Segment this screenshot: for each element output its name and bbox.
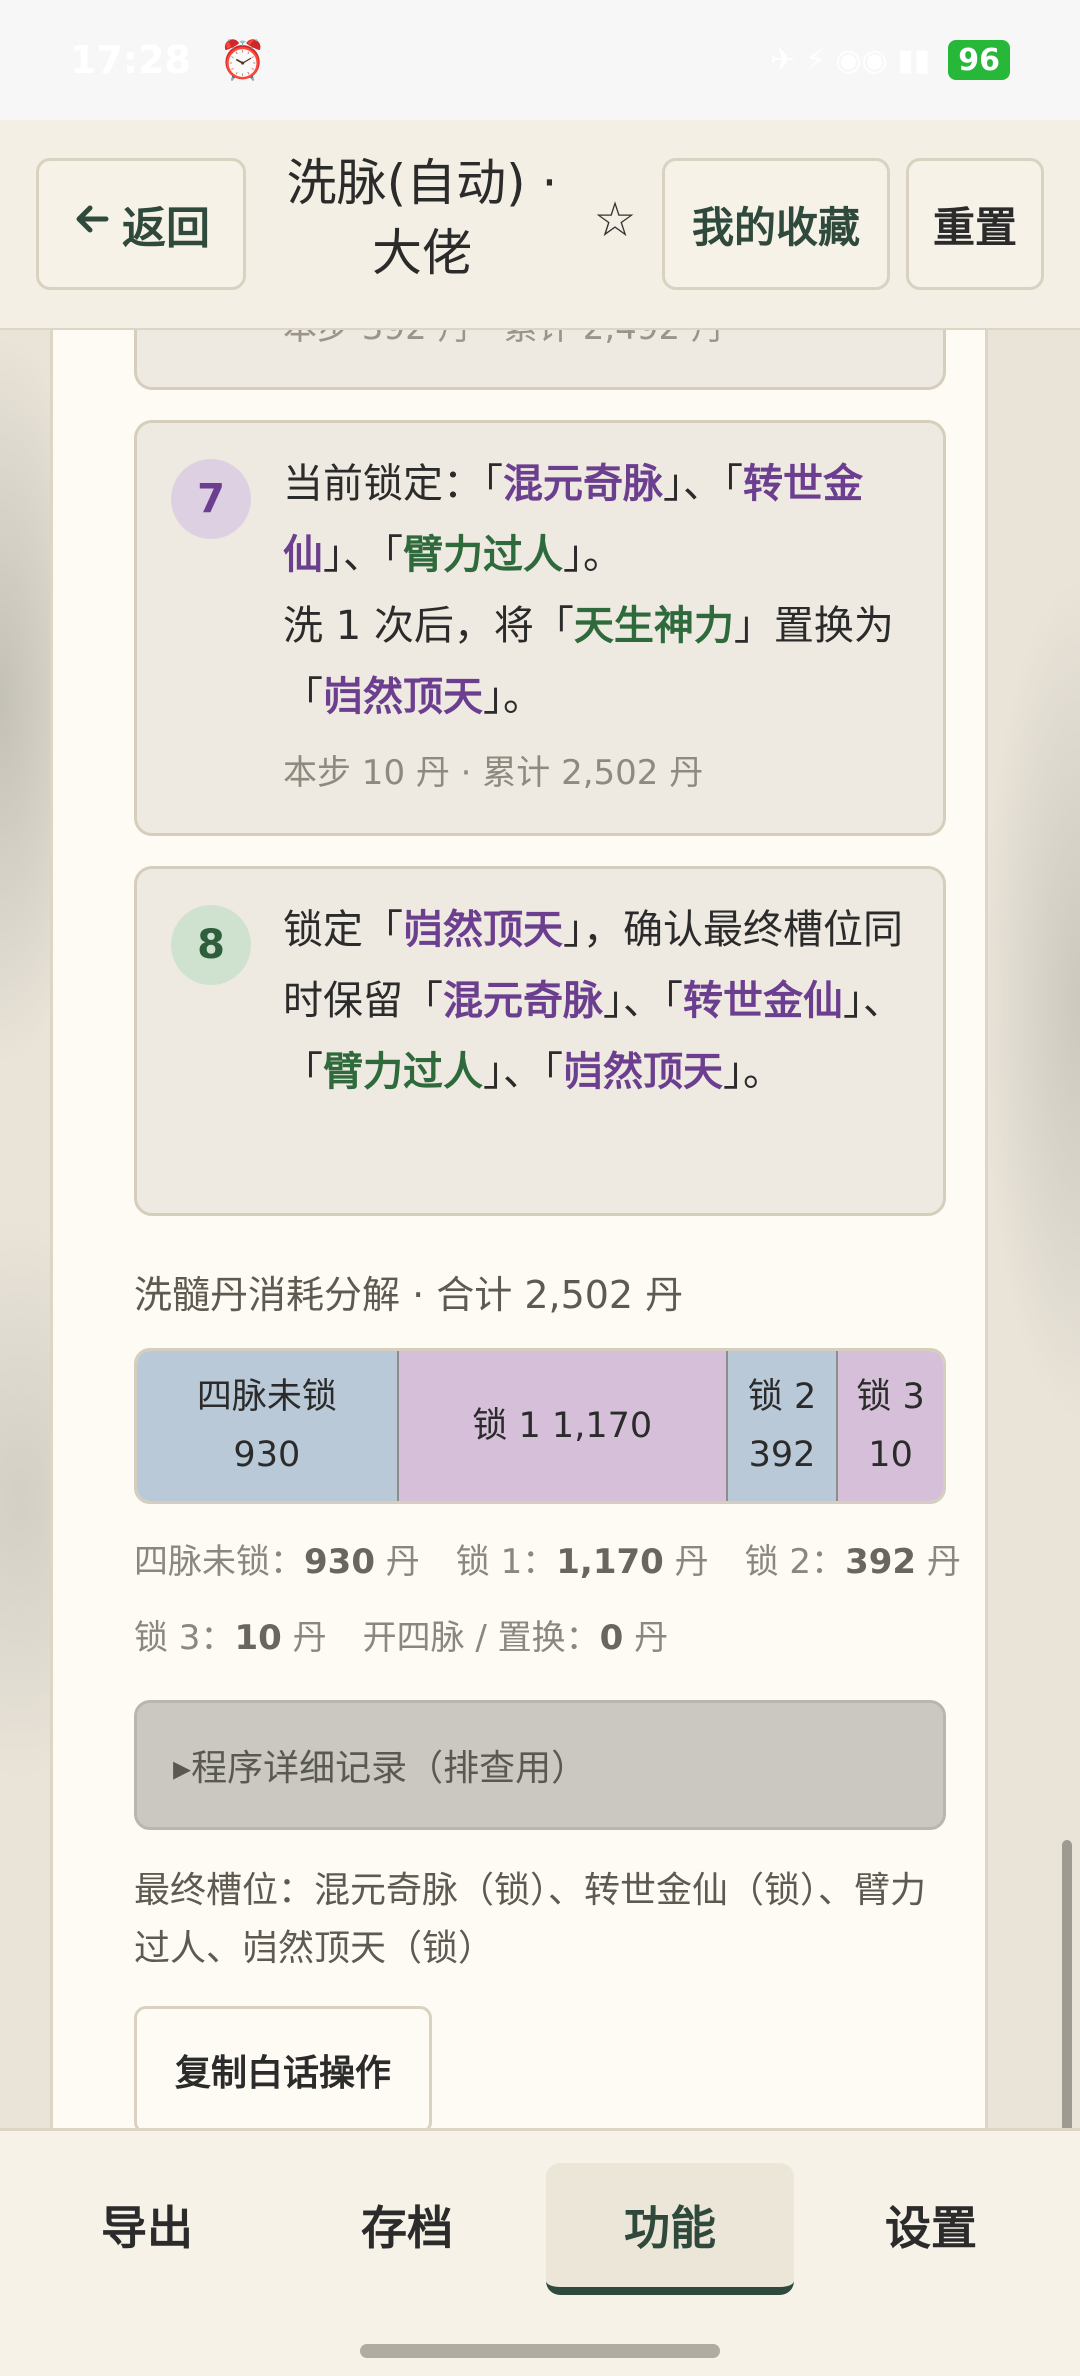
page-title: 洗脉(自动) · 大佬 <box>286 154 558 282</box>
battery-indicator: 96 <box>948 40 1010 80</box>
legend-value: 392 <box>845 1542 917 1582</box>
segment-lock-2: 锁 2 392 <box>727 1351 839 1501</box>
step-card-8: 8 锁定「岿然顶天」，确认最终槽位同时保留「混元奇脉」、「转世金仙」、「臂力过人… <box>134 866 946 1216</box>
back-label: 返回 <box>122 203 210 254</box>
cost-breakdown-bar: 四脉未锁 930 锁 1 1,170 锁 2 392 锁 3 10 <box>134 1348 946 1504</box>
signal-icons: ✈ ⚡ ◉◉ ▮▮ <box>770 42 931 78</box>
segment-lock-3: 锁 3 10 <box>838 1351 943 1501</box>
trait-name: 天生神力 <box>573 603 734 649</box>
legend-label: 开四脉 / 置换： <box>362 1618 600 1658</box>
cost-legend-row-2: 锁 3：10 丹开四脉 / 置换：0 丹 <box>134 1610 668 1659</box>
text-fragment: 」、「 <box>483 1049 563 1095</box>
segment-label: 锁 1 1,170 <box>472 1406 653 1446</box>
legend-value: 0 <box>599 1618 624 1658</box>
segment-label: 四脉未锁 <box>196 1377 337 1417</box>
trait-name: 臂力过人 <box>323 1049 483 1095</box>
status-time-group: 17:28 ⏰ <box>70 38 266 83</box>
legend-label: 锁 1： <box>455 1542 557 1582</box>
step-description: 锁定「岿然顶天」，确认最终槽位同时保留「混元奇脉」、「转世金仙」、「臂力过人」、… <box>283 895 913 1108</box>
legend-unit: 丹 <box>374 1542 420 1582</box>
copy-plain-steps-button[interactable]: 复制白话操作 <box>134 2006 432 2134</box>
legend-value: 1,170 <box>556 1542 664 1582</box>
legend-unit: 丹 <box>281 1618 327 1658</box>
nav-settings[interactable]: 设置 <box>806 2163 1056 2287</box>
back-button[interactable]: 返回 <box>36 158 246 290</box>
text-fragment: 」。 <box>723 1049 783 1095</box>
segment-value: 10 <box>868 1435 913 1475</box>
step-card-7: 7 当前锁定：「混元奇脉」、「转世金仙」、「臂力过人」。 洗 1 次后，将「天生… <box>134 420 946 836</box>
text-fragment: 」。 <box>563 532 623 578</box>
segment-unlocked: 四脉未锁 930 <box>137 1351 399 1501</box>
final-slots-summary: 最终槽位：混元奇脉（锁）、转世金仙（锁）、臂力过人、岿然顶天（锁） <box>134 1870 927 1969</box>
trait-name: 混元奇脉 <box>443 978 603 1024</box>
legend-value: 930 <box>304 1542 375 1582</box>
segment-value: 930 <box>233 1435 301 1475</box>
legend-label: 锁 2： <box>744 1542 846 1582</box>
legend-unit: 丹 <box>623 1618 669 1658</box>
trait-name: 混元奇脉 <box>503 461 663 507</box>
trait-name: 臂力过人 <box>403 532 563 578</box>
nav-function[interactable]: 功能 <box>546 2163 794 2295</box>
step-number-badge: 8 <box>171 905 251 985</box>
arrow-left-icon <box>72 199 112 250</box>
status-bar: 17:28 ⏰ ✈ ⚡ ◉◉ ▮▮ 96 <box>0 0 1080 120</box>
step-cost: 本步 10 丹 · 累计 2,502 丹 <box>283 753 704 793</box>
alarm-icon: ⏰ <box>218 37 267 82</box>
trait-name: 岿然顶天 <box>403 907 563 953</box>
segment-value: 392 <box>748 1435 816 1475</box>
trait-name: 岿然顶天 <box>563 1049 723 1095</box>
text-fragment: 」、「 <box>323 532 403 578</box>
text-fragment: 」、「 <box>603 978 683 1024</box>
app-bar: 返回 洗脉(自动) · 大佬 ☆ 我的收藏 重置 <box>0 120 1080 330</box>
trait-name: 岿然顶天 <box>323 674 483 720</box>
details-log-toggle[interactable]: ▸程序详细记录（排查用） <box>134 1700 946 1830</box>
my-favorites-button[interactable]: 我的收藏 <box>662 158 890 290</box>
cost-breakdown-label: 洗髓丹消耗分解 · 合计 2,502 丹 <box>134 1273 684 1317</box>
step-number-badge: 7 <box>171 459 251 539</box>
cost-legend-row-1: 四脉未锁：930 丹锁 1：1,170 丹锁 2：392 丹 <box>134 1534 961 1583</box>
nav-export[interactable]: 导出 <box>22 2163 272 2287</box>
home-indicator[interactable] <box>360 2344 720 2358</box>
status-time: 17:28 <box>70 38 191 82</box>
legend-unit: 丹 <box>663 1542 709 1582</box>
segment-label: 锁 2 <box>747 1377 817 1417</box>
nav-save[interactable]: 存档 <box>282 2163 532 2287</box>
text-fragment: 」、「 <box>663 461 743 507</box>
text-fragment: 」。 <box>483 674 543 720</box>
legend-value: 10 <box>234 1618 282 1658</box>
text-fragment: 洗 1 次后，将「 <box>283 603 574 649</box>
segment-lock-1: 锁 1 1,170 <box>398 1351 728 1501</box>
legend-label: 锁 3： <box>134 1618 235 1658</box>
segment-label: 锁 3 <box>856 1377 925 1417</box>
reset-button[interactable]: 重置 <box>906 158 1044 290</box>
text-fragment: 当前锁定：「 <box>283 461 503 507</box>
bottom-nav: 导出 存档 功能 设置 <box>0 2128 1080 2328</box>
status-right: ✈ ⚡ ◉◉ ▮▮ 96 <box>770 40 1010 80</box>
step-description: 当前锁定：「混元奇脉」、「转世金仙」、「臂力过人」。 洗 1 次后，将「天生神力… <box>283 449 913 733</box>
trait-name: 转世金仙 <box>683 978 843 1024</box>
legend-label: 四脉未锁： <box>134 1542 304 1582</box>
legend-unit: 丹 <box>916 1542 961 1582</box>
star-icon[interactable]: ☆ <box>585 190 645 250</box>
text-fragment: 锁定「 <box>283 907 403 953</box>
